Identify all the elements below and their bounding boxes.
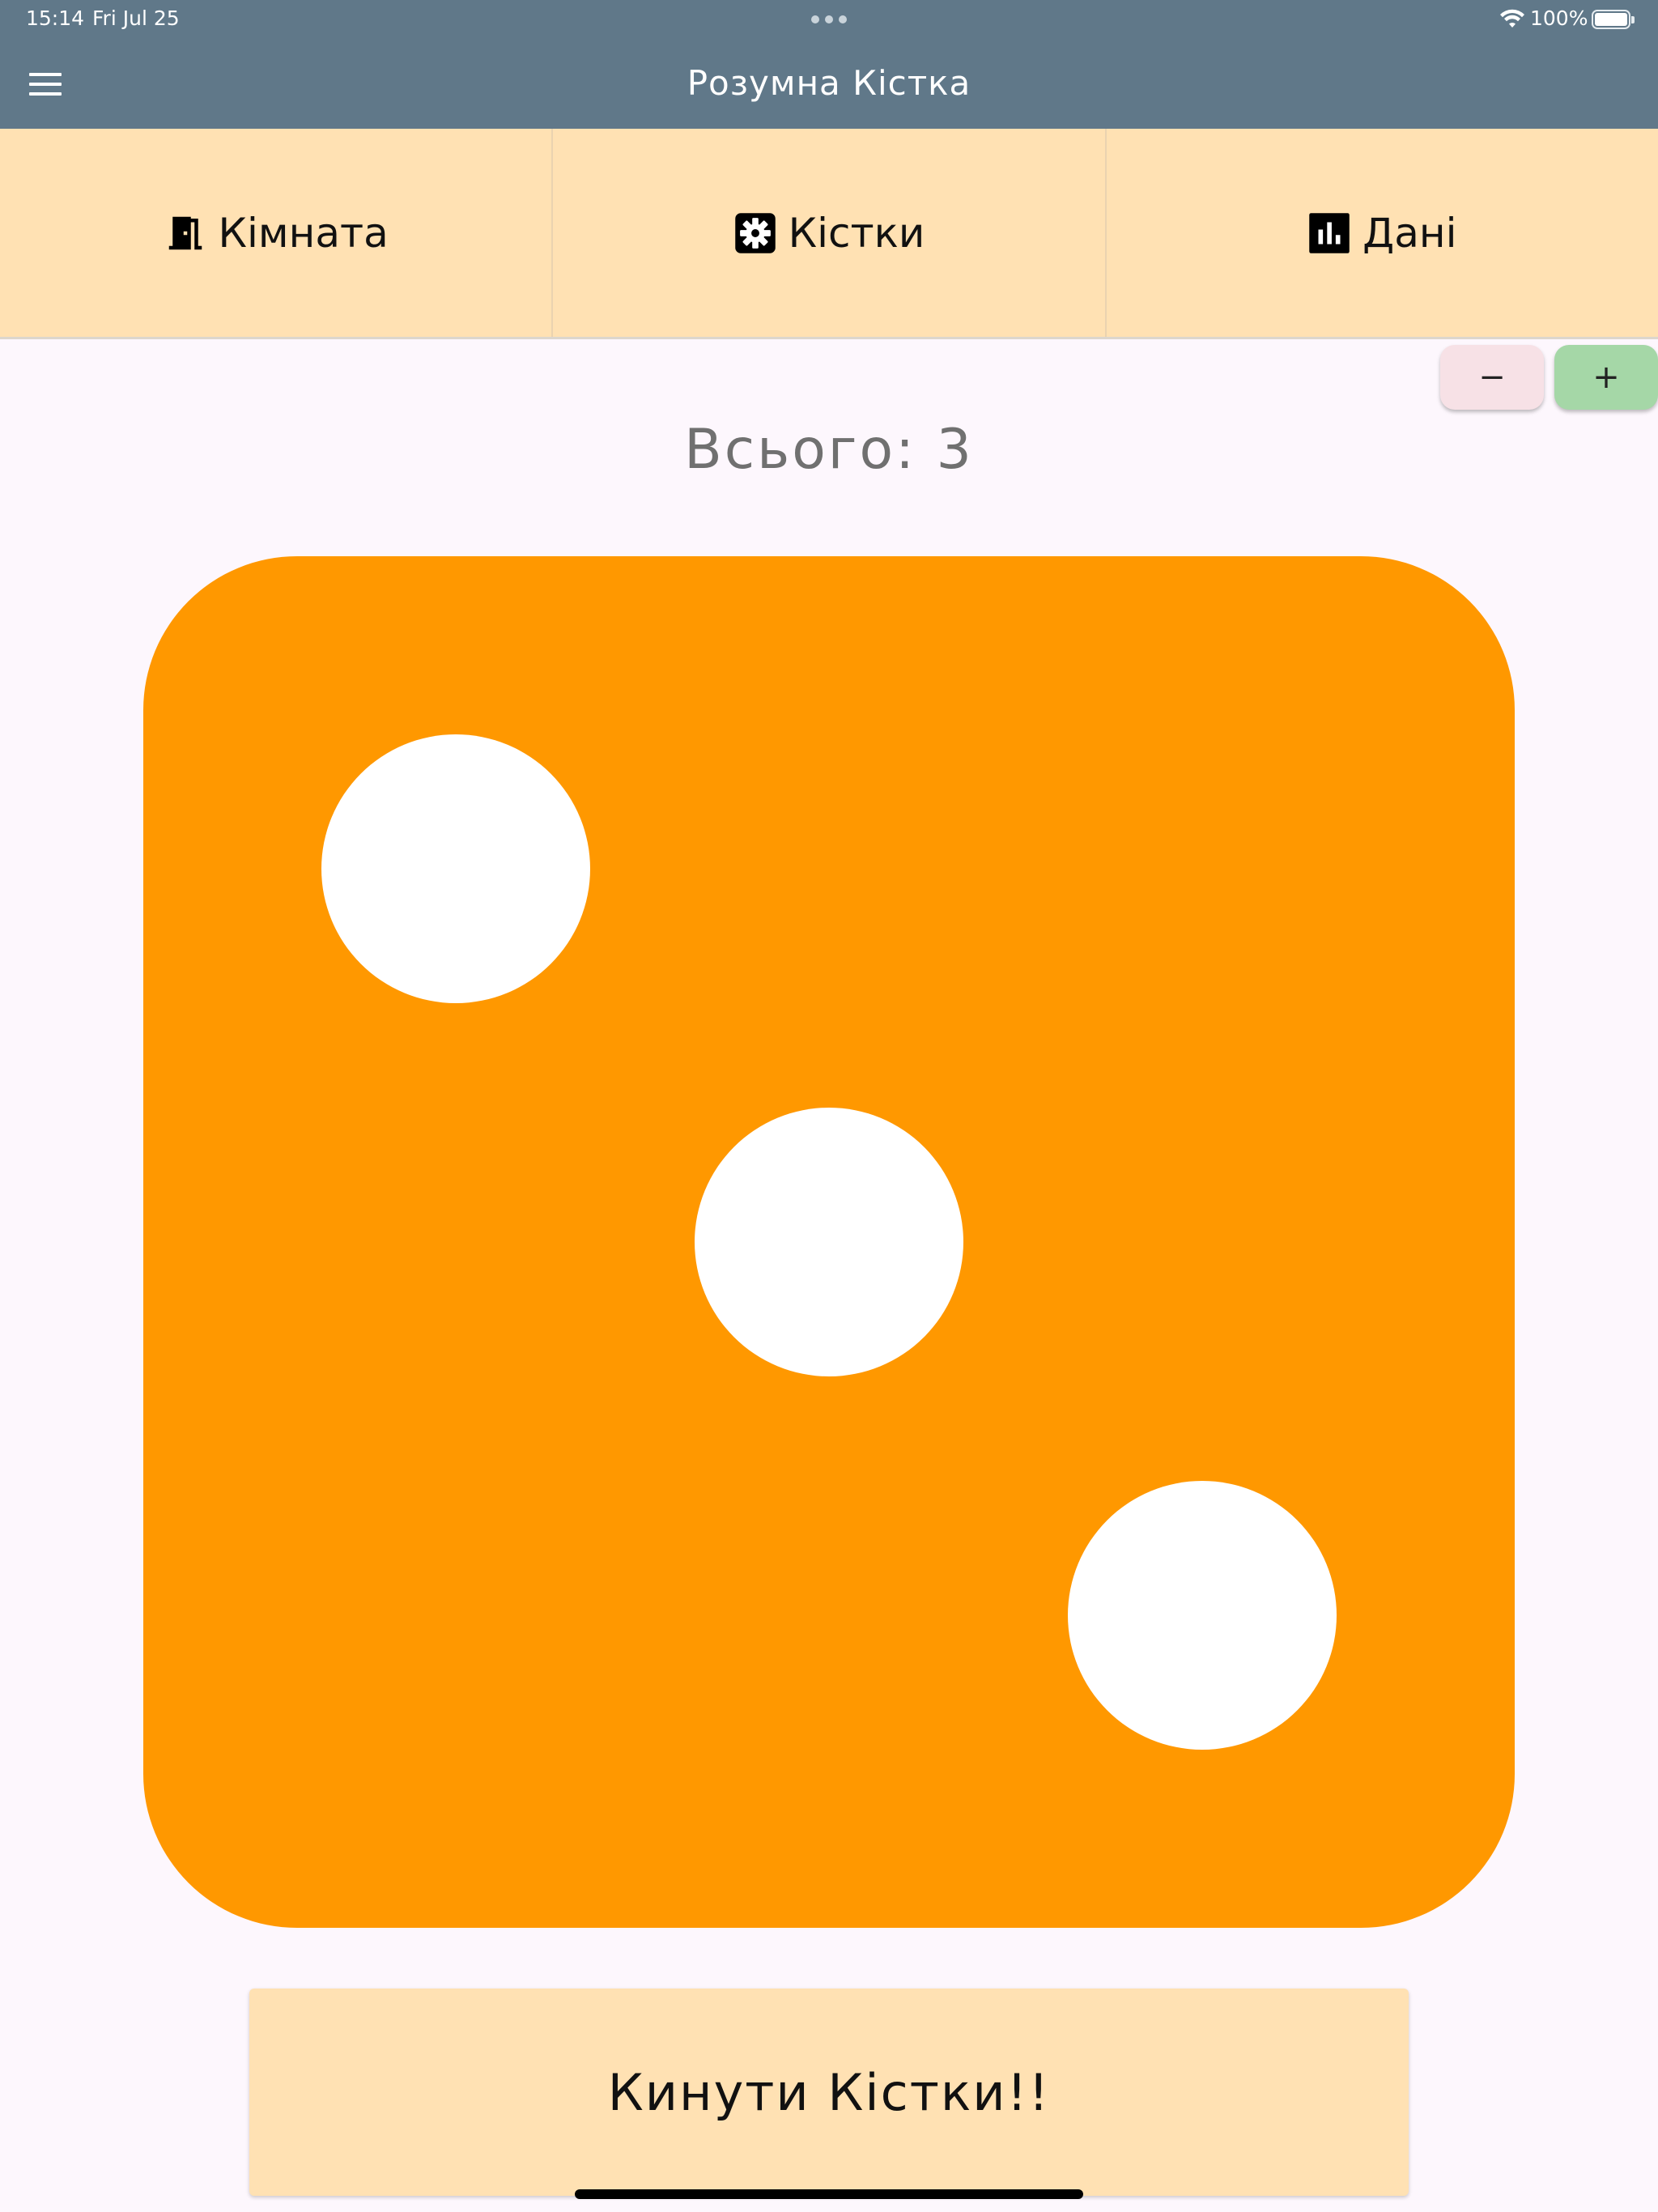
app-bar: Розумна Кістка [0, 39, 1658, 129]
status-date: Fri Jul 25 [92, 6, 180, 30]
battery-icon [1592, 10, 1635, 29]
wifi-icon [1500, 9, 1524, 28]
die-pip [695, 1108, 963, 1376]
die-pip [1068, 1481, 1337, 1750]
tab-room[interactable]: Кімната [0, 129, 554, 337]
home-indicator[interactable] [575, 2189, 1083, 2199]
gear-icon [734, 212, 776, 253]
tab-data[interactable]: Дані [1107, 129, 1658, 337]
status-bar: 15:14 Fri Jul 25 100% [0, 0, 1658, 39]
app-title: Розумна Кістка [687, 63, 971, 103]
decrease-dice-button[interactable]: − [1440, 345, 1544, 410]
tab-data-label: Дані [1363, 209, 1457, 257]
bar-chart-icon [1309, 212, 1350, 253]
tab-dice-label: Кістки [788, 209, 925, 257]
tab-bar: Кімната Кістки Дані [0, 129, 1658, 339]
battery-percentage: 100% [1530, 6, 1588, 30]
die-pip [321, 734, 590, 1003]
tab-room-label: Кімната [218, 209, 389, 257]
multitasking-dots-icon[interactable] [811, 15, 847, 23]
increase-dice-button[interactable]: + [1554, 345, 1658, 410]
total-label: Всього: 3 [684, 418, 974, 482]
door-icon [168, 216, 202, 249]
die-face[interactable] [143, 556, 1515, 1928]
tab-dice[interactable]: Кістки [553, 129, 1107, 337]
roll-dice-button[interactable]: Кинути Кістки!! [249, 1989, 1409, 2196]
status-time: 15:14 [26, 6, 85, 30]
